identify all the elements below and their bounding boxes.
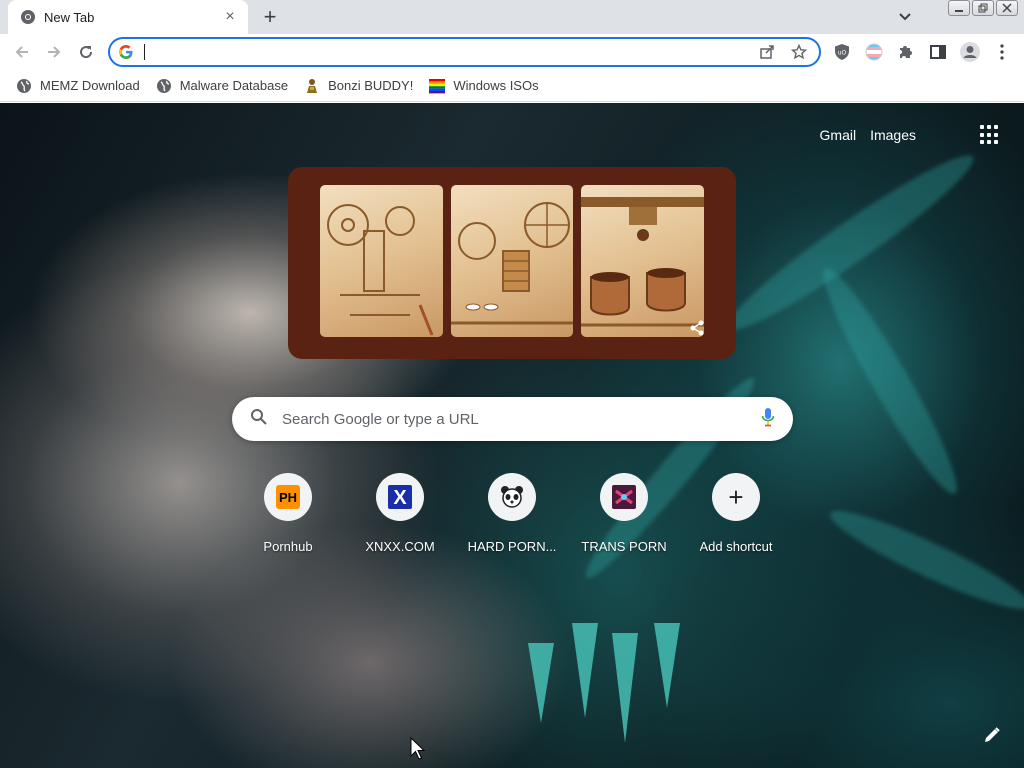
bookmark-label: Malware Database (179, 78, 289, 93)
toolbar: uO (0, 34, 1024, 70)
bookmark-label: Windows ISOs (453, 78, 539, 93)
bookmarks-bar: MEMZ Download Malware Database Bonzi BUD… (0, 70, 1024, 102)
trans-flag-extension-icon[interactable] (862, 40, 886, 64)
text-caret (144, 44, 145, 60)
shortcut-label: TRANS PORN (581, 539, 667, 554)
shortcut-favicon: X (376, 473, 424, 521)
gmail-link[interactable]: Gmail (820, 127, 857, 143)
ublock-origin-icon[interactable]: uO (830, 40, 854, 64)
shortcut-pornhub[interactable]: PH Pornhub (232, 473, 344, 554)
top-links: Gmail Images (820, 127, 916, 143)
x-logo-icon: X (393, 487, 407, 509)
shortcut-favicon: PH (264, 473, 312, 521)
bookmark-windows-isos[interactable]: Windows ISOs (423, 73, 544, 99)
shortcut-label: HARD PORN... (467, 539, 557, 554)
panda-face-icon (501, 486, 523, 508)
doodle-share-icon[interactable] (688, 319, 706, 337)
shortcut-add[interactable]: + Add shortcut (680, 473, 792, 554)
google-apps-icon[interactable] (980, 125, 1000, 145)
globe-icon (16, 78, 32, 94)
chrome-menu-icon[interactable] (990, 40, 1014, 64)
chrome-icon (20, 9, 36, 25)
tab-new-tab[interactable]: New Tab × (8, 0, 248, 34)
trans-porn-logo-icon (612, 485, 636, 509)
add-shortcut-plus-icon: + (712, 473, 760, 521)
mouse-cursor-icon (410, 737, 426, 760)
new-tab-button[interactable]: + (257, 4, 283, 29)
bookmark-label: Bonzi BUDDY! (328, 78, 414, 93)
customize-pencil-icon[interactable] (982, 725, 1002, 745)
bookmark-bonzi-buddy[interactable]: Bonzi BUDDY! (298, 73, 419, 99)
search-placeholder: Search Google or type a URL (282, 410, 479, 428)
close-window-button[interactable] (996, 0, 1018, 16)
shortcut-label: Pornhub (263, 539, 313, 554)
address-input[interactable] (144, 44, 747, 60)
tab-strip: New Tab × + (0, 0, 1024, 34)
address-bar[interactable] (108, 37, 821, 67)
doodle-panel (450, 185, 574, 337)
search-icon (250, 408, 268, 431)
bookmark-memz-download[interactable]: MEMZ Download (10, 73, 146, 99)
new-tab-page: Gmail Images Search Google or type a URL… (0, 103, 1024, 768)
side-panel-icon[interactable] (926, 40, 950, 64)
bookmark-malware-database[interactable]: Malware Database (150, 73, 294, 99)
extensions-puzzle-icon[interactable] (894, 40, 918, 64)
google-search-box[interactable]: Search Google or type a URL (232, 397, 793, 441)
bookmark-star-icon[interactable] (787, 40, 811, 64)
share-page-icon[interactable] (755, 40, 779, 64)
shortcuts-grid: PH Pornhub X XNXX.COM HARD PORN... TRANS… (232, 473, 792, 554)
bonzi-icon (304, 78, 320, 94)
shortcut-favicon (600, 473, 648, 521)
globe-icon (156, 78, 172, 94)
doodle-panel (320, 185, 443, 337)
profile-avatar-icon[interactable] (958, 40, 982, 64)
shortcut-label: XNXX.COM (365, 539, 435, 554)
window-controls (948, 0, 1018, 16)
rainbow-flag-icon (429, 78, 446, 94)
forward-button[interactable] (40, 38, 68, 66)
minimize-button[interactable] (948, 0, 970, 16)
images-link[interactable]: Images (870, 127, 916, 143)
restore-button[interactable] (972, 0, 994, 16)
doodle-panel (581, 185, 705, 337)
shortcut-favicon (488, 473, 536, 521)
voice-search-mic-icon[interactable] (761, 407, 775, 432)
shortcut-trans-porn[interactable]: TRANS PORN (568, 473, 680, 554)
shortcut-label: Add shortcut (699, 539, 773, 554)
back-button[interactable] (8, 38, 36, 66)
reload-button[interactable] (72, 38, 100, 66)
google-g-icon (118, 44, 134, 60)
bookmark-label: MEMZ Download (40, 78, 140, 93)
ph-logo-icon: PH (279, 490, 297, 505)
shortcut-xnxx[interactable]: X XNXX.COM (344, 473, 456, 554)
shortcut-hard-porn[interactable]: HARD PORN... (456, 473, 568, 554)
tab-search-chevron-icon[interactable] (894, 6, 916, 28)
tab-title: New Tab (44, 9, 95, 25)
tab-close-icon[interactable]: × (222, 8, 238, 25)
google-doodle[interactable] (288, 167, 736, 359)
svg-text:uO: uO (838, 50, 847, 57)
